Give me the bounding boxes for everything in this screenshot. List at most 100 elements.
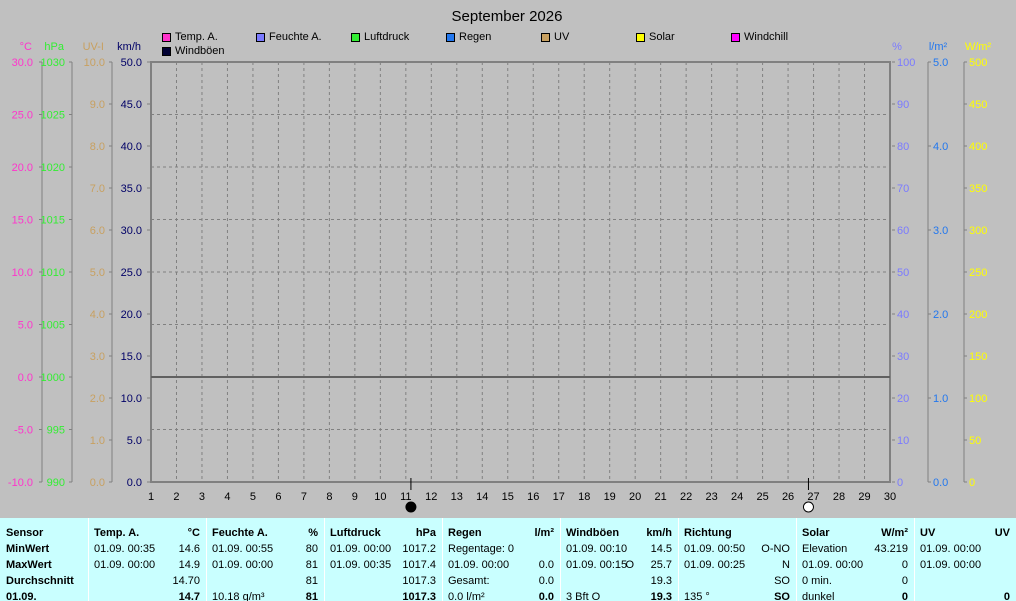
stats-cell-value: 81	[305, 559, 318, 571]
stats-cell-value: 1017.3	[402, 575, 436, 587]
left-axis-tick-label: 25.0	[12, 110, 33, 122]
right-axis-tick-label: 3.0	[933, 225, 948, 237]
stats-cell-label: Durchschnitt	[6, 575, 74, 587]
right-axis-tick-label: 50	[969, 435, 981, 447]
right-axis-tick-label: 400	[969, 141, 987, 153]
stats-cell-value: 14.5	[650, 543, 672, 555]
x-axis-tick-label: 18	[578, 491, 590, 503]
legend-item: Regen	[446, 31, 491, 43]
left-axis-tick-label: 1005	[41, 320, 65, 332]
stats-cell-value: SO	[774, 575, 790, 587]
stats-cell-label: 01.09. 00:55	[212, 543, 274, 555]
left-axis-tick-label: 15.0	[12, 215, 33, 227]
stats-cell-value: N	[782, 559, 790, 571]
stats-column-header: Temp. A. °C	[88, 525, 206, 541]
right-axis-tick-label: 90	[897, 99, 909, 111]
stats-column-separator	[560, 518, 561, 601]
stats-cell-value: 14.7	[178, 591, 200, 601]
stats-cell-direction: O	[625, 559, 634, 571]
stats-column: Temp. A. °C 01.09. 00:35 14.6 01.09. 00:00 14…	[88, 518, 206, 601]
legend-item: Windböen	[162, 45, 225, 57]
stats-cell-label: 01.09. 00:10	[566, 543, 628, 555]
stats-row: 1017.3	[324, 589, 442, 601]
stats-row: Elevation 43.219	[796, 541, 914, 557]
right-axes: %1009080706050403020100l/m²5.04.03.02.01…	[892, 41, 991, 489]
stats-row: 01.09.	[0, 589, 88, 601]
legend-swatch	[636, 32, 645, 42]
right-axis-tick-label: 10	[897, 435, 909, 447]
stats-row: dunkel 0	[796, 589, 914, 601]
left-axis-tick-label: 2.0	[90, 393, 105, 405]
stats-cell-value: 0	[901, 575, 908, 587]
right-axis-tick-label: 70	[897, 183, 909, 195]
stats-cell-label: 0 min.	[802, 575, 832, 587]
legend-swatch	[446, 32, 455, 42]
left-axis-tick-label: 1025	[41, 110, 65, 122]
stats-header-unit: °C	[187, 527, 200, 539]
stats-column-header: Luftdruck hPa	[324, 525, 442, 541]
stats-cell-value: 14.9	[178, 559, 200, 571]
left-axis-tick-label: 0.0	[90, 477, 105, 489]
stats-header-label: UV	[920, 527, 936, 539]
right-axis-unit: W/m²	[965, 41, 992, 53]
stats-column-separator	[442, 518, 443, 601]
x-axis-tick-label: 7	[301, 491, 307, 503]
stats-row: 01.09. 00:00 0	[796, 557, 914, 573]
stats-cell-value: 19.3	[650, 575, 672, 587]
x-axis-tick-label: 17	[553, 491, 565, 503]
stats-row: 01.09. 00:00	[914, 557, 1016, 573]
stats-column-separator	[678, 518, 679, 601]
stats-column: Luftdruck hPa 01.09. 00:00 1017.2 01.09. 00:…	[324, 518, 442, 601]
stats-row: 01.09. 00:00 81	[206, 557, 324, 573]
stats-cell-label: 01.09. 00:00	[212, 559, 274, 571]
stats-column: Regen l/m² Regentage: 0 01.09. 00:00 0.0 Gesa…	[442, 518, 560, 601]
x-axis-tick-label: 15	[502, 491, 514, 503]
stats-row: 01.09. 00:00 0.0	[442, 557, 560, 573]
stats-cell-label: 01.09. 00:00	[802, 559, 864, 571]
legend-swatch	[731, 32, 740, 42]
stats-cell-label: MaxWert	[6, 559, 52, 571]
legend-swatch	[162, 32, 171, 42]
left-axis-tick-label: 3.0	[90, 351, 105, 363]
left-axis-unit: km/h	[117, 41, 141, 53]
stats-cell-label: 01.09. 00:25	[684, 559, 746, 571]
stats-row: 19.3	[560, 573, 678, 589]
stats-cell-label: 01.09. 00:35	[330, 559, 392, 571]
stats-cell-value: 0	[901, 591, 908, 601]
right-axis-tick-label: 30	[897, 351, 909, 363]
legend-item: Windchill	[731, 31, 788, 43]
left-axis-tick-label: 1030	[41, 57, 65, 69]
stats-cell-label: Elevation	[802, 543, 848, 555]
stats-row: 01.09. 00:00 1017.2	[324, 541, 442, 557]
stats-cell-label: 10.18 g/m³	[212, 591, 265, 601]
stats-header-label: Temp. A.	[94, 527, 140, 539]
right-axis-tick-label: 450	[969, 99, 987, 111]
left-axis-tick-label: 7.0	[90, 183, 105, 195]
stats-row: 10.18 g/m³ 81	[206, 589, 324, 601]
stats-cell-value: 19.3	[650, 591, 672, 601]
stats-cell-label: Gesamt:	[448, 575, 490, 587]
stats-header-unit: %	[308, 527, 318, 539]
stats-column-header: Richtung	[678, 525, 796, 541]
stats-column-separator	[206, 518, 207, 601]
stats-cell-value: 80	[305, 543, 318, 555]
stats-row: 01.09. 00:35 1017.4	[324, 557, 442, 573]
legend-label: Windböen	[175, 45, 225, 57]
stats-cell-label: 01.09. 00:50	[684, 543, 746, 555]
stats-cell-value: 14.6	[178, 543, 200, 555]
x-axis-tick-label: 23	[705, 491, 717, 503]
left-axis-tick-label: 995	[47, 425, 65, 437]
stats-column-header: Sensor	[0, 525, 88, 541]
right-axis-tick-label: 80	[897, 141, 909, 153]
stats-column-separator	[914, 518, 915, 601]
left-axis-tick-label: 8.0	[90, 141, 105, 153]
stats-row: SO	[678, 573, 796, 589]
left-axis-tick-label: 9.0	[90, 99, 105, 111]
stats-cell-label: 01.09. 00:15	[566, 559, 628, 571]
stats-column-separator	[88, 518, 89, 601]
x-axis-tick-label: 4	[224, 491, 230, 503]
left-axis-tick-label: 0.0	[127, 477, 142, 489]
left-axis-tick-label: 10.0	[12, 267, 33, 279]
stats-cell-value: 25.7	[650, 559, 672, 571]
left-axis-tick-label: 10.0	[84, 57, 105, 69]
